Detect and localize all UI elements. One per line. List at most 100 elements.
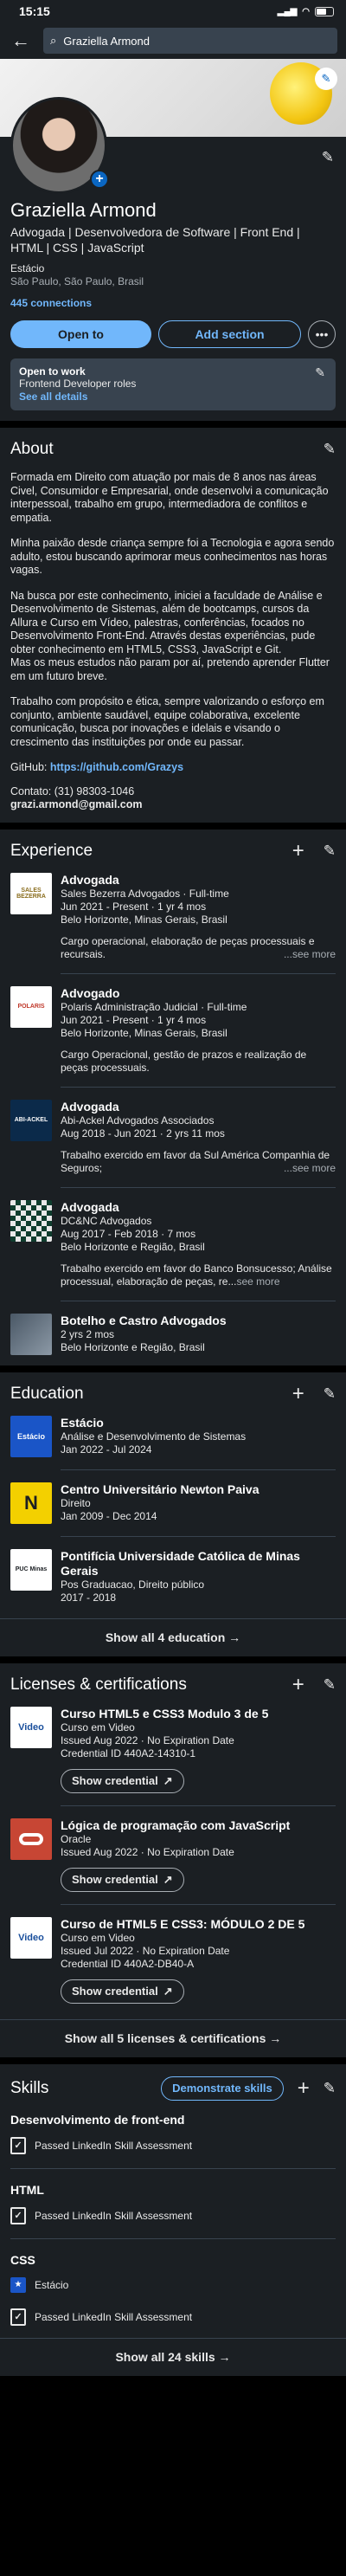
add-experience-icon[interactable]: +	[292, 840, 304, 861]
status-icons: ▂▄▆ ◠	[277, 6, 334, 16]
profile-hero: ✎ + ✎	[0, 59, 346, 196]
see-more-link[interactable]: ...see more	[284, 1162, 336, 1175]
skill-name: CSS	[10, 2252, 35, 2267]
see-more-link[interactable]: ...see more	[284, 948, 336, 961]
profile-org: Estácio	[10, 262, 45, 274]
oracle-logo	[10, 1817, 52, 1860]
experience-location: Belo Horizonte e Região, Brasil	[61, 1240, 205, 1253]
license-item[interactable]: Video Curso HTML5 e CSS3 Modulo 3 de 5 C…	[10, 1706, 336, 1793]
open-to-button[interactable]: Open to	[10, 320, 151, 348]
demonstrate-skills-button[interactable]: Demonstrate skills	[161, 2076, 284, 2101]
edit-intro-icon[interactable]: ✎	[322, 149, 334, 166]
about-paragraph: Formada em Direito com atuação por mais …	[10, 471, 329, 524]
experience-dates: Aug 2017 - Feb 2018 · 7 mos	[61, 1227, 196, 1240]
school-logo: Estácio	[10, 1415, 52, 1457]
school-degree: Análise e Desenvolvimento de Sistemas	[61, 1430, 247, 1443]
experience-section: Experience + ✎ SALES BEZERRA Advogada Sa…	[0, 829, 346, 1365]
education-item[interactable]: PUC Minas Pontifícia Universidade Católi…	[10, 1548, 336, 1604]
profile-name: Graziella Armond	[10, 199, 157, 221]
school-name: Estácio	[61, 1415, 104, 1430]
experience-dates: Jun 2021 - Present · 1 yr 4 mos	[61, 900, 207, 913]
show-credential-button[interactable]: Show credential ↗	[61, 1768, 184, 1793]
skill-item[interactable]: Desenvolvimento de front-end ✓ Passed Lin…	[10, 2113, 336, 2154]
school-logo: N	[10, 1482, 52, 1524]
see-more-link[interactable]: see more	[236, 1275, 279, 1288]
add-section-button[interactable]: Add section	[158, 320, 301, 348]
experience-item[interactable]: SALES BEZERRA Advogada Sales Bezerra Adv…	[10, 872, 336, 961]
assessment-text: Passed LinkedIn Skill Assessment	[35, 2209, 193, 2222]
school-dates: 2017 - 2018	[61, 1591, 117, 1604]
about-paragraph: Na busca por este conhecimento, iniciei …	[10, 589, 330, 682]
profile-page: 15:15 ▂▄▆ ◠ ← ⌕ Graziella Armond ✎ + ✎ G…	[0, 0, 346, 2576]
experience-company: Sales Bezerra Advogados · Full-time	[61, 887, 229, 900]
divider	[61, 1903, 336, 1905]
experience-desc: Cargo operacional, elaboração de peças p…	[61, 935, 336, 961]
divider	[61, 972, 336, 974]
more-button[interactable]: •••	[308, 320, 336, 348]
skill-item[interactable]: CSS ★ Estácio ✓ Passed LinkedIn Skill Asse…	[10, 2253, 336, 2326]
experience-item[interactable]: POLARIS Advogado Polaris Administração J…	[10, 985, 336, 1075]
experience-item[interactable]: Advogada DC&NC Advogados Aug 2017 - Feb …	[10, 1199, 336, 1288]
add-skill-icon[interactable]: +	[298, 2077, 310, 2098]
add-education-icon[interactable]: +	[292, 1383, 304, 1404]
github-link[interactable]: https://github.com/Grazys	[50, 761, 183, 773]
issuer-logo: Video	[10, 1916, 52, 1959]
see-all-details-link[interactable]: See all details	[19, 391, 327, 404]
edit-licenses-icon[interactable]: ✎	[324, 1676, 336, 1694]
search-input[interactable]: ⌕ Graziella Armond	[43, 28, 337, 54]
show-credential-button[interactable]: Show credential ↗	[61, 1867, 184, 1892]
battery-icon	[315, 6, 334, 16]
school-degree: Direito	[61, 1496, 91, 1509]
edit-experience-icon[interactable]: ✎	[324, 843, 336, 860]
assessment-check-icon: ✓	[10, 2206, 26, 2224]
skills-title: Skills	[10, 2078, 49, 2097]
experience-desc: Trabalho exercido em favor da Sul Améric…	[61, 1149, 336, 1175]
show-credential-button[interactable]: Show credential ↗	[61, 1979, 184, 2004]
search-query: Graziella Armond	[63, 34, 150, 48]
experience-desc-text: Trabalho exercido em favor do Banco Bons…	[61, 1262, 332, 1288]
arrow-left-icon[interactable]: ←	[9, 29, 33, 52]
experience-dates: Jun 2021 - Present · 1 yr 4 mos	[61, 1013, 207, 1026]
skill-assessment: ✓ Passed LinkedIn Skill Assessment	[10, 2308, 336, 2326]
edit-about-icon[interactable]: ✎	[324, 441, 336, 458]
email-link[interactable]: grazi.armond@gmail.com	[10, 798, 336, 812]
license-issued: Issued Aug 2022 · No Expiration Date	[61, 1733, 234, 1746]
profile-actions: Open to Add section •••	[10, 320, 336, 348]
experience-item[interactable]: ABI-ACKEL Advogada Abi-Ackel Advogados A…	[10, 1099, 336, 1175]
experience-location: Belo Horizonte, Minas Gerais, Brasil	[61, 913, 227, 926]
search-icon: ⌕	[50, 34, 57, 47]
edit-open-to-work-icon[interactable]: ✎	[315, 365, 325, 380]
education-item[interactable]: N Centro Universitário Newton Paiva Dire…	[10, 1482, 336, 1524]
connections-link[interactable]: 445 connections	[10, 297, 336, 310]
experience-desc: Cargo Operacional, gestão de prazos e re…	[61, 1048, 307, 1074]
school-name: Pontifícia Universidade Católica de Mina…	[61, 1548, 300, 1578]
profile-card: ✎ + ✎ Graziella Armond Advogada | Desenv…	[0, 59, 346, 421]
skill-org-text: Estácio	[35, 2278, 69, 2291]
education-item[interactable]: Estácio Estácio Análise e Desenvolviment…	[10, 1415, 336, 1457]
open-to-work-card[interactable]: ✎ Open to work Frontend Developer roles …	[10, 358, 336, 410]
experience-title-text: Advogada	[61, 1199, 119, 1214]
external-link-icon: ↗	[163, 1872, 173, 1886]
edit-skills-icon[interactable]: ✎	[324, 2080, 336, 2097]
license-credential: Credential ID 440A2-DB40-A	[61, 1957, 195, 1970]
wifi-icon: ◠	[302, 6, 310, 16]
add-license-icon[interactable]: +	[292, 1674, 304, 1695]
profile-intro: Graziella Armond Advogada | Desenvolvedo…	[0, 196, 346, 421]
open-to-work-title: Open to work	[19, 365, 86, 378]
show-all-skills-button[interactable]: Show all 24 skills →	[0, 2337, 346, 2376]
skill-assessment: ✓ Passed LinkedIn Skill Assessment	[10, 2206, 336, 2224]
add-photo-icon[interactable]: +	[90, 170, 109, 189]
skill-item[interactable]: HTML ✓ Passed LinkedIn Skill Assessment	[10, 2183, 336, 2224]
signal-icon: ▂▄▆	[277, 6, 298, 16]
show-all-education-button[interactable]: Show all 4 education →	[0, 1617, 346, 1656]
edit-cover-icon[interactable]: ✎	[315, 68, 337, 90]
license-name: Lógica de programação com JavaScript	[61, 1817, 291, 1832]
assessment-check-icon: ✓	[10, 2308, 26, 2326]
experience-title-text: Advogada	[61, 1099, 119, 1114]
profile-headline: Advogada | Desenvolvedora de Software | …	[10, 225, 300, 255]
license-item[interactable]: Video Curso de HTML5 E CSS3: MÓDULO 2 DE…	[10, 1916, 336, 2004]
show-all-licenses-button[interactable]: Show all 5 licenses & certifications →	[0, 2018, 346, 2057]
experience-item[interactable]: Botelho e Castro Advogados 2 yrs 2 mos B…	[10, 1313, 336, 1355]
license-item[interactable]: Lógica de programação com JavaScript Ora…	[10, 1817, 336, 1892]
edit-education-icon[interactable]: ✎	[324, 1385, 336, 1403]
